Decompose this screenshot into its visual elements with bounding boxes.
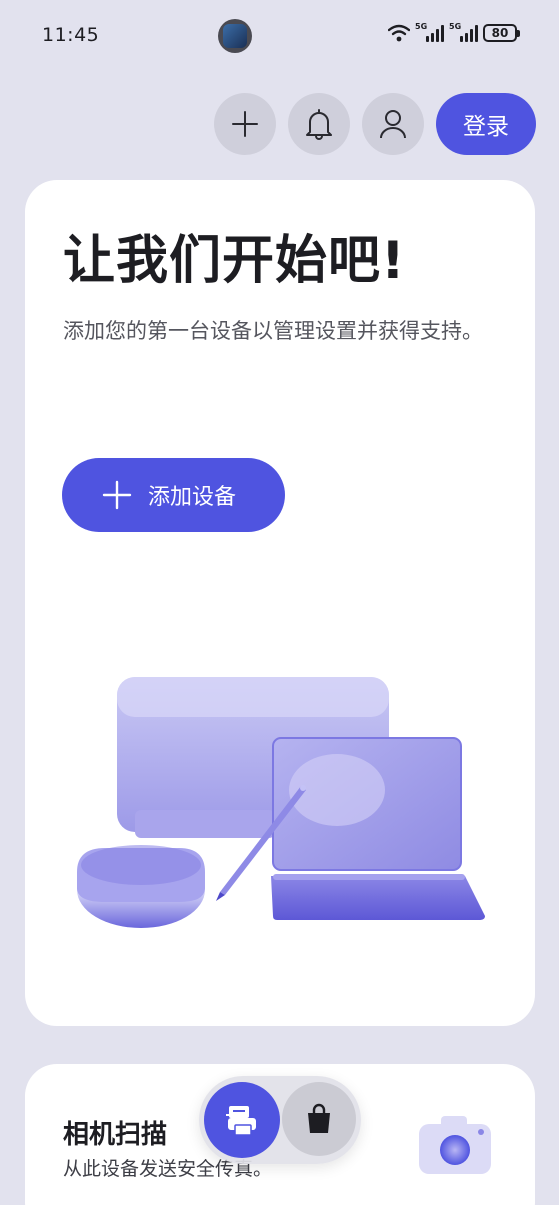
print-button[interactable] [204, 1082, 280, 1158]
plus-icon [102, 480, 132, 510]
add-device-label: 添加设备 [148, 485, 237, 510]
camera-scan-title: 相机扫描 [63, 1120, 168, 1150]
top-action-bar: 登录 [0, 93, 559, 155]
devices-illustration [77, 677, 485, 928]
shop-button[interactable] [282, 1082, 356, 1156]
status-bar: 11:45 5G 5G 80 [0, 0, 559, 70]
battery-level: 80 [491, 26, 509, 40]
user-icon [380, 110, 406, 139]
notifications-button[interactable] [288, 93, 350, 155]
add-button[interactable] [214, 93, 276, 155]
add-device-button[interactable]: 添加设备 [62, 458, 285, 532]
page-subtitle: 添加您的第一台设备以管理设置并获得支持。 [63, 319, 483, 343]
plus-icon [232, 111, 258, 137]
signal-strength-icon-2: 5G [449, 22, 478, 42]
get-started-card: 让我们开始吧! 添加您的第一台设备以管理设置并获得支持。 添加设备 [25, 180, 535, 1026]
login-button[interactable]: 登录 [436, 93, 536, 155]
bell-icon [306, 109, 332, 140]
page-title: 让我们开始吧! [63, 231, 406, 291]
camera-icon [419, 1116, 491, 1174]
printer-icon [226, 1106, 256, 1136]
status-indicators: 5G 5G 80 [388, 22, 520, 42]
account-button[interactable] [362, 93, 424, 155]
wifi-icon [388, 24, 410, 42]
status-time: 11:45 [42, 24, 100, 46]
status-app-icon [218, 19, 252, 53]
shopping-bag-icon [308, 1103, 330, 1133]
signal-strength-icon: 5G [415, 22, 444, 42]
floating-action-bar [199, 1076, 361, 1164]
app-screen: 11:45 5G 5G 80 登录 让我们开始吧! 添加您的第一台设备以管理设置… [0, 0, 559, 1205]
battery-icon: 80 [483, 24, 520, 42]
